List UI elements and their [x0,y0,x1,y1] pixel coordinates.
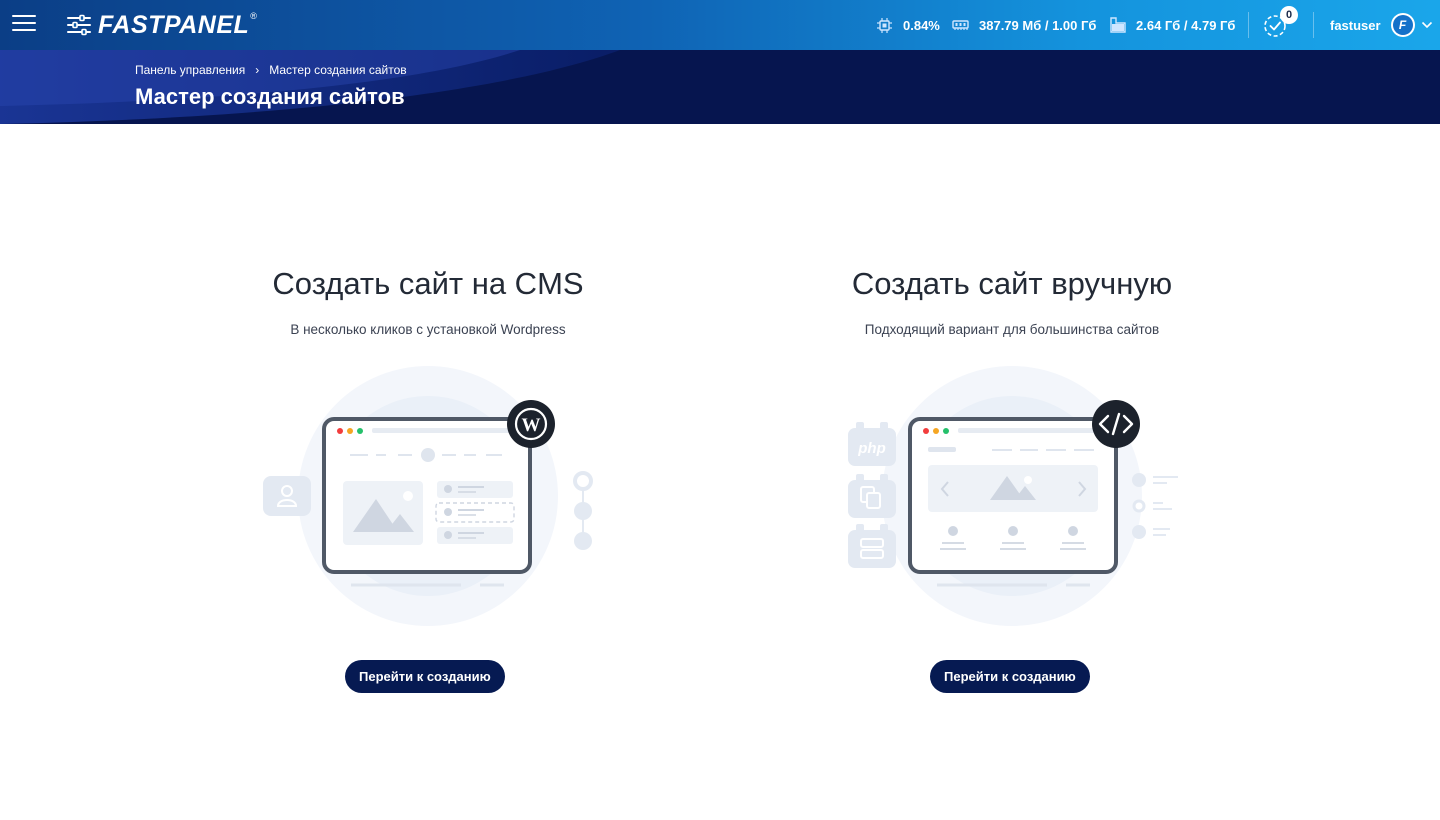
breadcrumb-current: Мастер создания сайтов [269,63,407,77]
username: fastuser [1330,17,1381,33]
topbar-divider [1248,12,1249,38]
cms-option-card: Создать сайт на CMS В несколько кликов с… [208,260,648,338]
cms-option-title: Создать сайт на CMS [272,266,584,301]
manual-option-subtitle: Подходящий вариант для большинства сайто… [864,322,1160,337]
chevron-right-icon: › [255,63,260,77]
brand-name: FASTPANEL [98,10,250,39]
php-label: php [857,440,886,457]
cpu-value: 0.84% [903,17,940,33]
breadcrumb-home[interactable]: Панель управления [135,63,245,77]
breadcrumb: Панель управления › Мастер создания сайт… [135,63,407,77]
menu-icon[interactable] [12,12,38,38]
cms-illustration: W [263,366,593,626]
manual-create-button[interactable]: Перейти к созданию [930,660,1090,693]
wordpress-icon: W [507,400,555,448]
cpu-stat[interactable]: 0.84% [876,0,940,50]
avatar-letter: F [1392,15,1413,35]
disk-value: 2.64 Гб / 4.79 Гб [1136,17,1236,33]
logo[interactable]: FASTPANEL ® [66,10,257,40]
ram-stat[interactable]: 387.79 Мб / 1.00 Гб [952,0,1096,50]
registered-mark: ® [250,11,257,21]
disk-icon [1110,17,1126,33]
page-title: Мастер создания сайтов [135,84,405,109]
manual-option-card: Создать сайт вручную Подходящий вариант … [792,260,1232,338]
manual-illustration: php [848,366,1178,626]
chevron-down-icon [1421,21,1432,29]
ram-icon [952,20,969,30]
logo-mark-icon [67,14,91,36]
cpu-icon [877,17,892,33]
disk-stat[interactable]: 2.64 Гб / 4.79 Гб [1110,0,1235,50]
tasks-count-badge: 0 [1280,6,1298,24]
svg-text:W: W [522,415,541,436]
topbar-divider [1313,12,1314,38]
top-bar: FASTPANEL ® 0.84% 387.79 Мб / 1.00 Гб 2.… [0,0,1440,50]
cms-create-button[interactable]: Перейти к созданию [345,660,505,693]
cms-option-subtitle: В несколько кликов с установкой Wordpres… [290,322,566,337]
avatar: F [1390,13,1415,37]
manual-option-title: Создать сайт вручную [851,266,1173,301]
ram-value: 387.79 Мб / 1.00 Гб [979,17,1097,33]
code-icon [1092,400,1140,448]
user-menu[interactable]: fastuser F [1330,0,1433,50]
